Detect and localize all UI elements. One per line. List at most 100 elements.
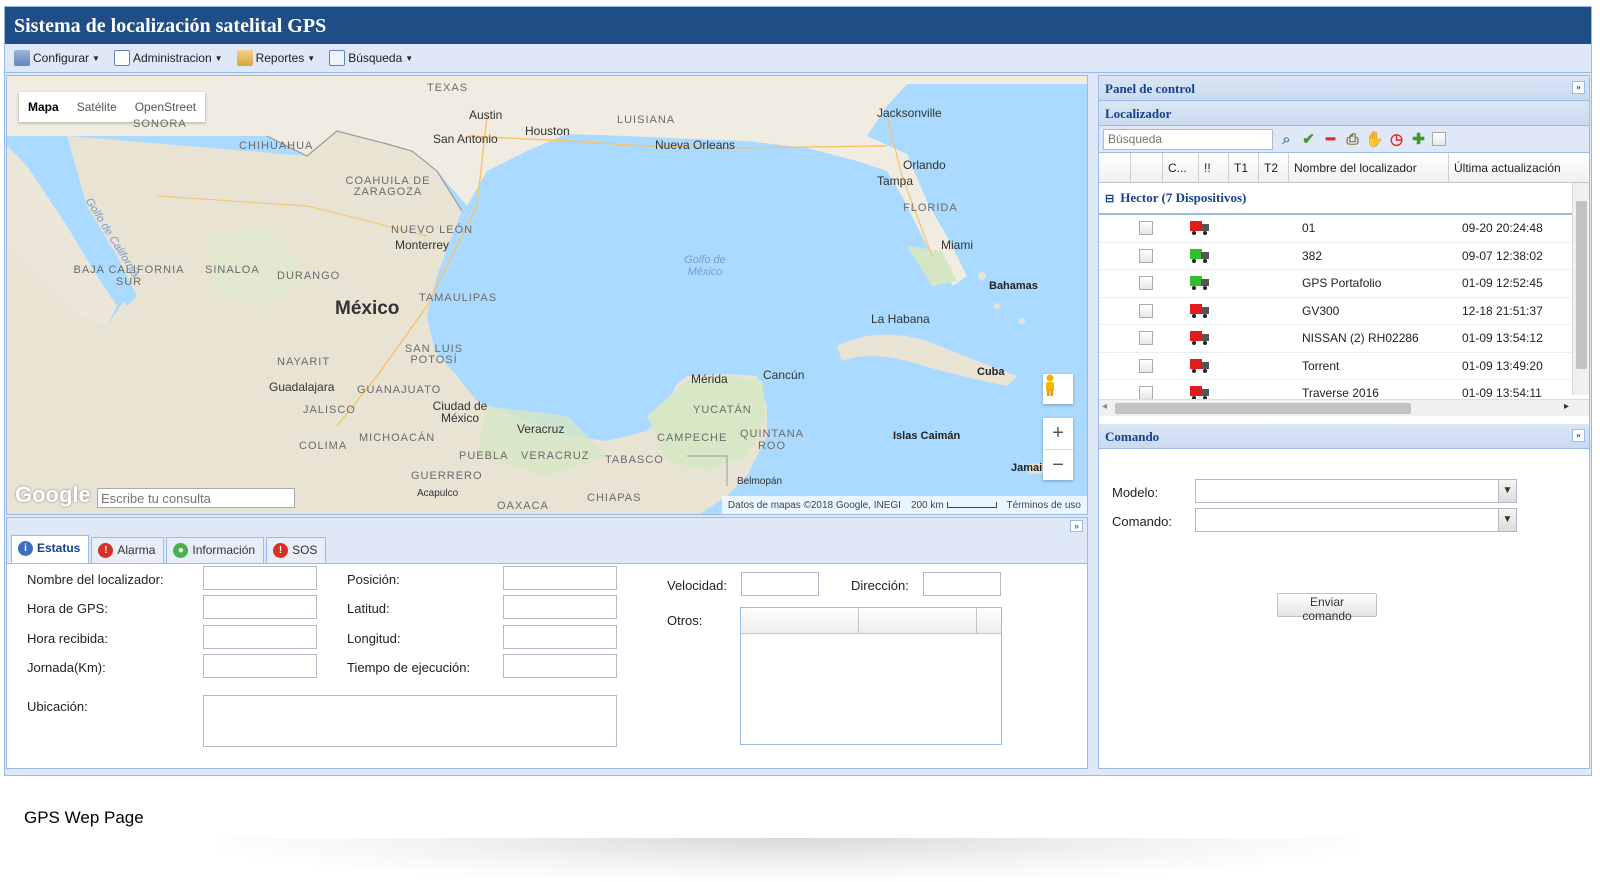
comando-select[interactable]: ▼ xyxy=(1195,508,1517,532)
tab-estatus[interactable]: i Estatus xyxy=(11,535,90,563)
device-updated: 01-09 13:54:11 xyxy=(1462,386,1542,399)
hand-icon[interactable]: ✋ xyxy=(1365,131,1384,148)
tab-sos-label: SOS xyxy=(292,543,318,557)
table-row[interactable]: NISSAN (2) RH02286 01-09 13:54:12 xyxy=(1099,325,1589,353)
status-tabs: i Estatus ! Alarma ● Información ! SOS xyxy=(7,534,1087,564)
table-row[interactable]: GV300 12-18 21:51:37 xyxy=(1099,298,1589,325)
column-c[interactable]: C... xyxy=(1163,153,1199,182)
chevron-down-icon: ▼ xyxy=(92,53,100,63)
table-row[interactable]: 01 09-20 20:24:48 xyxy=(1099,215,1589,243)
check-icon[interactable]: ✔ xyxy=(1300,131,1317,148)
search-icon[interactable]: ⌕ xyxy=(1278,131,1295,148)
collapse-group-icon[interactable]: ⊟ xyxy=(1105,192,1114,205)
jornada-label: Jornada(Km): xyxy=(27,660,106,675)
map-label: Belmopán xyxy=(737,476,783,487)
nombre-field[interactable] xyxy=(203,566,317,590)
row-checkbox[interactable] xyxy=(1139,358,1153,373)
config-icon xyxy=(14,50,30,66)
longitud-field[interactable] xyxy=(503,625,617,649)
expand-icon[interactable]: » xyxy=(1572,81,1585,94)
device-search-input[interactable] xyxy=(1103,128,1273,150)
pegman-figure xyxy=(1046,374,1054,396)
velocidad-field[interactable] xyxy=(741,572,819,596)
map-label: DURANGO xyxy=(277,270,341,282)
row-checkbox[interactable] xyxy=(1139,276,1153,291)
map-label: COAHUILA DE ZARAGOZA xyxy=(345,175,431,198)
column-nombre[interactable]: Nombre del localizador xyxy=(1289,153,1449,182)
row-status-cell xyxy=(1163,276,1237,291)
truck-icon xyxy=(1190,386,1210,399)
row-checkbox[interactable] xyxy=(1139,221,1153,236)
zoom-out-button[interactable]: − xyxy=(1043,449,1073,480)
map-search-input[interactable] xyxy=(97,488,295,508)
scroll-right-icon[interactable]: ▸ xyxy=(1564,401,1569,412)
latitud-field[interactable] xyxy=(503,595,617,619)
otros-column xyxy=(741,608,859,633)
table-row[interactable]: 382 09-07 12:38:02 xyxy=(1099,243,1589,270)
info-icon: i xyxy=(18,541,33,556)
print-icon[interactable]: ⎙ xyxy=(1344,131,1361,148)
chevron-down-icon[interactable]: ▼ xyxy=(1498,509,1516,531)
map-label: Jacksonville xyxy=(877,106,942,120)
map-terms-link[interactable]: Términos de uso xyxy=(1007,500,1081,511)
jornada-field[interactable] xyxy=(203,654,317,678)
map-label: JALISCO xyxy=(303,404,356,416)
clock-icon[interactable]: ◷ xyxy=(1388,131,1405,148)
column-ultima[interactable]: Última actualización xyxy=(1449,153,1569,182)
hora-recibida-field[interactable] xyxy=(203,625,317,649)
report-icon xyxy=(236,50,253,66)
localizador-title: Localizador xyxy=(1105,106,1172,121)
chevron-down-icon[interactable]: ▼ xyxy=(1498,480,1516,502)
map-type-map[interactable]: Mapa xyxy=(19,92,68,122)
scroll-left-icon[interactable]: ◂ xyxy=(1102,401,1107,412)
menu-configurar[interactable]: Configurar ▼ xyxy=(11,48,103,68)
tab-informacion[interactable]: ● Información xyxy=(166,537,265,563)
group-row-hector[interactable]: ⊟ Hector (7 Dispositivos) xyxy=(1099,183,1589,215)
tiempo-field[interactable] xyxy=(503,654,617,678)
row-checkbox-cell xyxy=(1099,303,1163,318)
control-panel-title: Panel de control xyxy=(1105,81,1196,96)
tab-sos[interactable]: ! SOS xyxy=(266,537,327,563)
scale-bar-icon xyxy=(946,501,997,508)
collapse-icon[interactable]: » xyxy=(1070,520,1083,532)
column-alert[interactable]: !! xyxy=(1199,153,1229,182)
control-panel: Panel de control » Localizador ⌕ ✔ ━ ⎙ ✋… xyxy=(1098,75,1590,769)
row-checkbox[interactable] xyxy=(1139,331,1153,346)
horizontal-scroll-thumb[interactable] xyxy=(1115,403,1411,414)
device-updated: 01-09 13:54:12 xyxy=(1462,331,1543,346)
zoom-in-button[interactable]: + xyxy=(1043,418,1073,449)
add-icon[interactable]: ✚ xyxy=(1410,131,1427,148)
menu-administracion[interactable]: Administracion ▼ xyxy=(111,48,226,68)
pegman-icon[interactable] xyxy=(1043,374,1073,404)
tab-alarma[interactable]: ! Alarma xyxy=(91,537,165,563)
map-type-satellite[interactable]: Satélite xyxy=(68,92,126,122)
hora-gps-field[interactable] xyxy=(203,595,317,619)
collapse-icon[interactable]: » xyxy=(1572,429,1585,442)
menu-busqueda[interactable]: Búsqueda ▼ xyxy=(326,48,416,68)
tiempo-label: Tiempo de ejecución: xyxy=(347,660,471,675)
column-t2[interactable]: T2 xyxy=(1259,153,1289,182)
select-all-checkbox[interactable] xyxy=(1432,132,1446,146)
device-grid-header: C... !! T1 T2 Nombre del localizador Últ… xyxy=(1099,153,1589,183)
row-checkbox[interactable] xyxy=(1139,248,1153,263)
ubicacion-field[interactable] xyxy=(203,695,617,747)
direccion-field[interactable] xyxy=(923,572,1001,596)
horizontal-scrollbar[interactable]: ◂ ▸ xyxy=(1099,399,1589,416)
row-checkbox[interactable] xyxy=(1139,386,1153,399)
localizador-header: Localizador xyxy=(1099,101,1589,126)
map-label: SINALOA xyxy=(205,264,260,276)
otros-grid[interactable] xyxy=(740,607,1002,745)
table-row[interactable]: GPS Portafolio 01-09 12:52:45 xyxy=(1099,270,1589,298)
table-row[interactable]: Torrent 01-09 13:49:20 xyxy=(1099,353,1589,380)
menu-reportes[interactable]: Reportes ▼ xyxy=(234,48,319,68)
table-row[interactable]: Traverse 2016 01-09 13:54:11 xyxy=(1099,380,1589,399)
column-t1[interactable]: T1 xyxy=(1229,153,1259,182)
map-view[interactable]: Mapa Satélite OpenStreet TEXAS Austin Ho… xyxy=(6,75,1088,515)
minus-icon[interactable]: ━ xyxy=(1322,131,1339,148)
modelo-select[interactable]: ▼ xyxy=(1195,479,1517,503)
posicion-field[interactable] xyxy=(503,566,617,590)
row-checkbox[interactable] xyxy=(1139,303,1153,318)
vertical-scroll-thumb[interactable] xyxy=(1576,201,1587,369)
send-command-button[interactable]: Enviar comando xyxy=(1277,593,1377,623)
vertical-scrollbar[interactable] xyxy=(1572,183,1589,395)
